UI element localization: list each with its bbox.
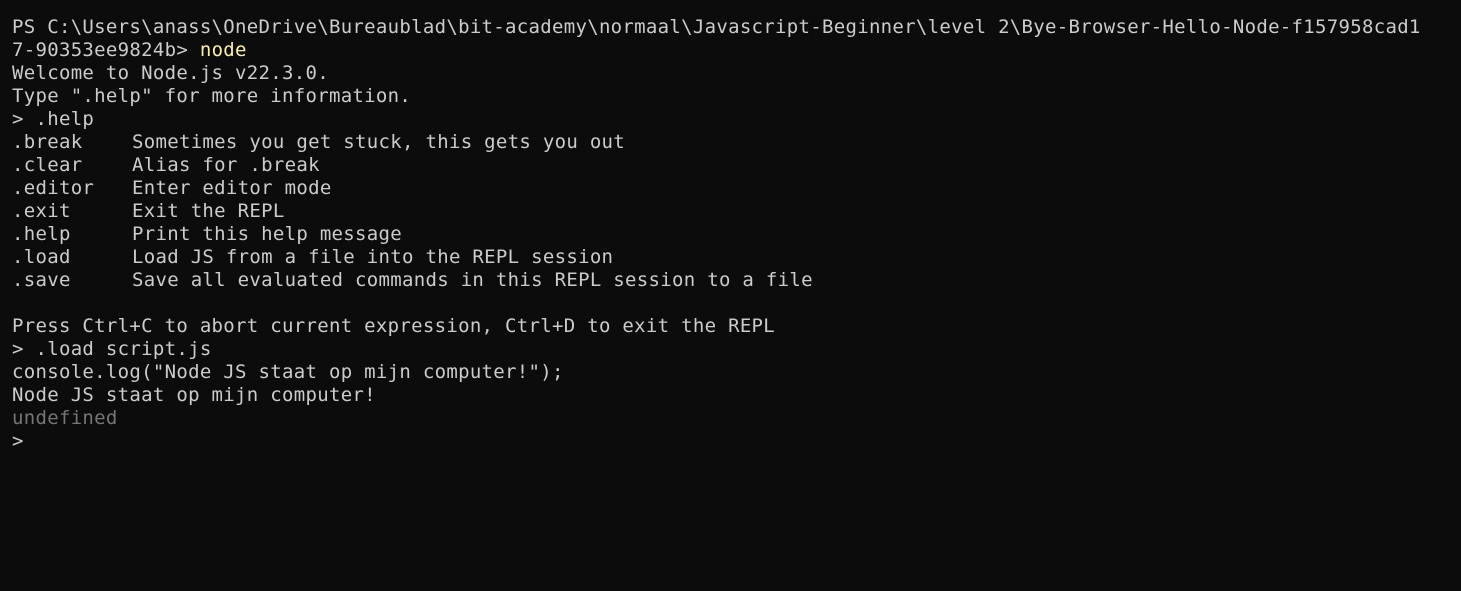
help-description: Load JS from a file into the REPL sessio… (132, 246, 614, 268)
powershell-prompt-line-1: PS C:\Users\anass\OneDrive\Bureaublad\bi… (12, 16, 1421, 38)
help-row: .save Save all evaluated commands in thi… (12, 269, 1461, 292)
powershell-prompt-line-2: 7-90353ee9824b> node (12, 39, 1461, 62)
script-output: Node JS staat op mijn computer! (12, 384, 376, 406)
repl-help-input: > .help (12, 108, 95, 130)
help-command: .break (12, 131, 83, 153)
abort-hint: Press Ctrl+C to abort current expression… (12, 315, 776, 337)
repl-input-line[interactable]: > (12, 430, 1461, 453)
help-row: .exit Exit the REPL (12, 200, 1461, 223)
help-description: Save all evaluated commands in this REPL… (132, 269, 813, 291)
help-command: .clear (12, 154, 83, 176)
help-description: Enter editor mode (132, 177, 332, 199)
help-command: .help (12, 223, 71, 245)
return-value: undefined (12, 407, 118, 429)
terminal-window[interactable]: PS C:\Users\anass\OneDrive\Bureaublad\bi… (0, 0, 1461, 591)
repl-prompt: > (12, 430, 24, 452)
help-command: .load (12, 246, 71, 268)
loaded-code: console.log("Node JS staat op mijn compu… (12, 361, 564, 383)
help-description: Sometimes you get stuck, this gets you o… (132, 131, 626, 153)
repl-load-input: > .load script.js (12, 338, 212, 360)
help-row: .editor Enter editor mode (12, 177, 1461, 200)
powershell-command: node (199, 39, 247, 61)
powershell-prompt-path-end: 7-90353ee9824b> (12, 39, 200, 61)
help-row: .break Sometimes you get stuck, this get… (12, 131, 1461, 154)
help-row: .clear Alias for .break (12, 154, 1461, 177)
welcome-message: Welcome to Node.js v22.3.0. (12, 62, 329, 84)
help-row: .load Load JS from a file into the REPL … (12, 246, 1461, 269)
help-hint: Type ".help" for more information. (12, 85, 412, 107)
help-command: .save (12, 269, 71, 291)
help-description: Print this help message (132, 223, 402, 245)
help-description: Exit the REPL (132, 200, 285, 222)
help-row: .help Print this help message (12, 223, 1461, 246)
help-command: .editor (12, 177, 95, 199)
help-description: Alias for .break (132, 154, 320, 176)
help-command: .exit (12, 200, 71, 222)
